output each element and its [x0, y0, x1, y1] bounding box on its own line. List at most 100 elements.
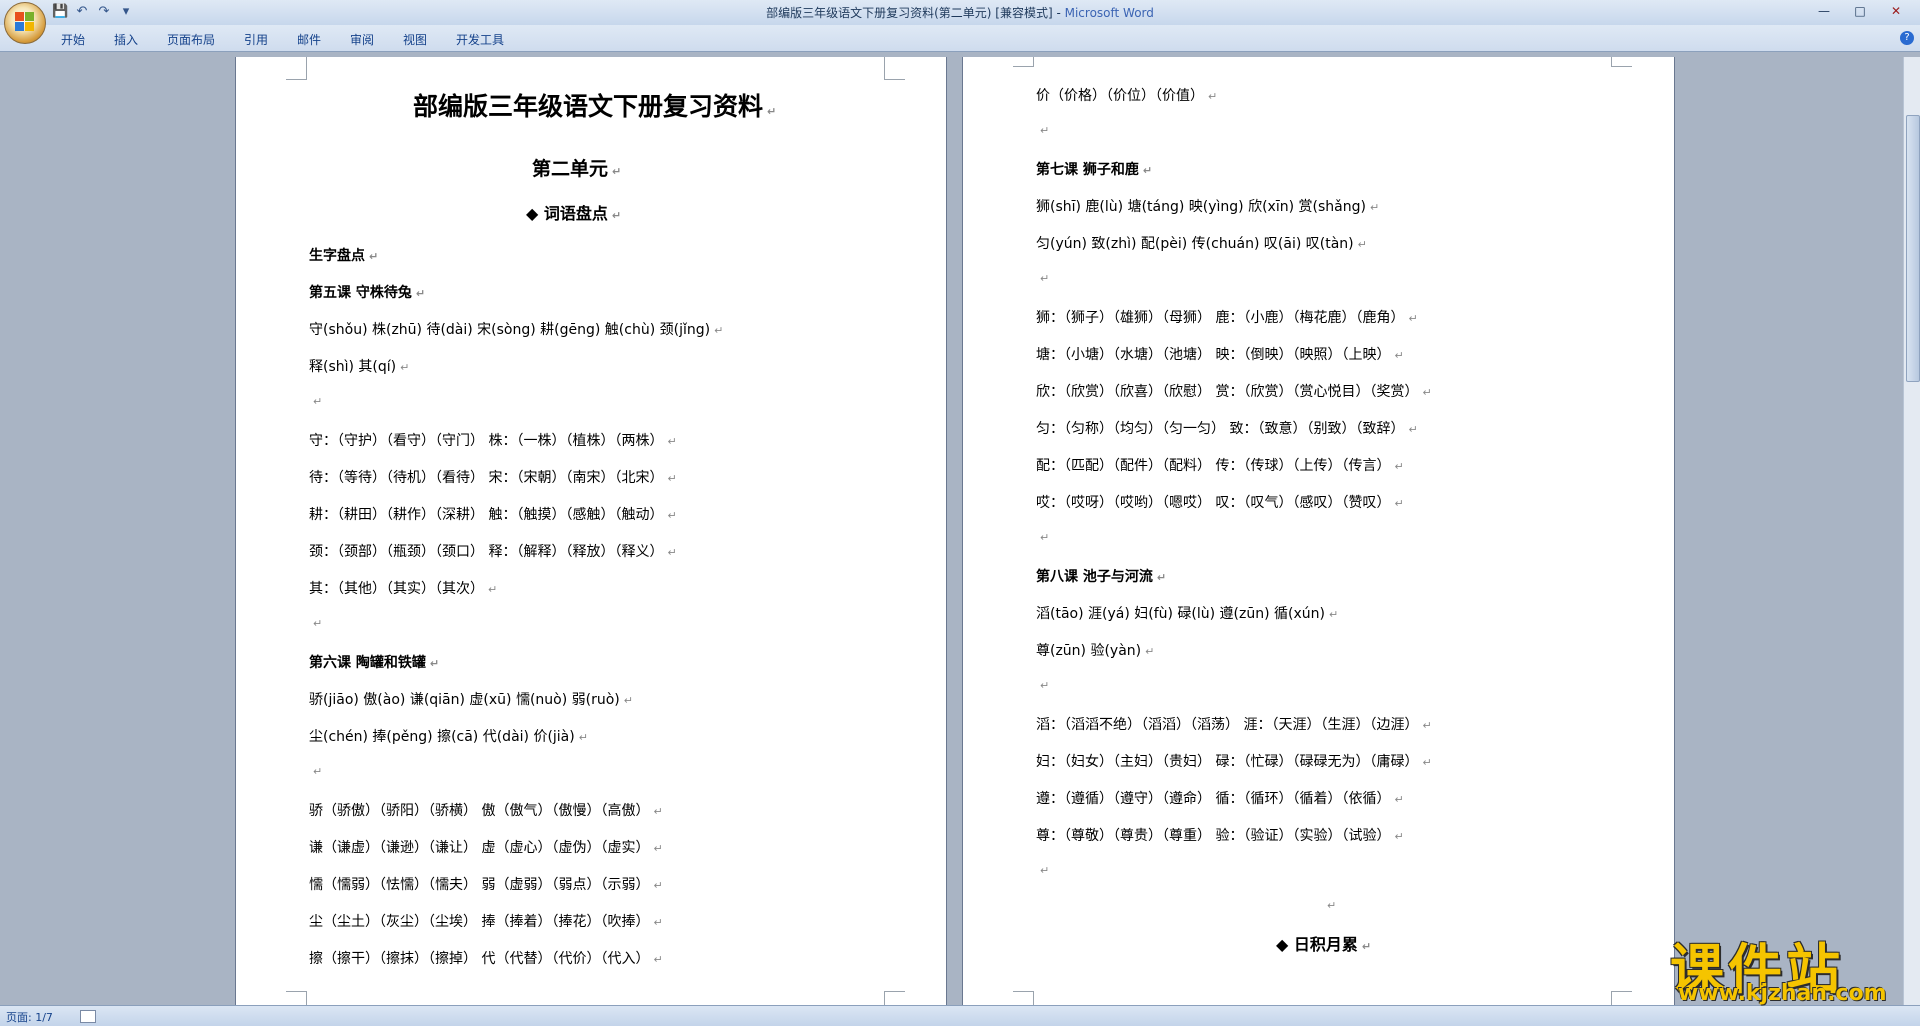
office-button[interactable]: [4, 2, 46, 44]
paragraph-mark: ↵: [313, 765, 323, 778]
text-line: 守：（守护）（看守）（守门） 株：（一株）（植株）（两株） ↵: [309, 430, 677, 450]
lesson-heading: 第八课 池子与河流 ↵: [1036, 566, 1166, 586]
tab-home[interactable]: 开始: [61, 31, 85, 48]
proofing-icon[interactable]: [80, 1010, 96, 1023]
tab-insert[interactable]: 插入: [114, 31, 138, 48]
text-line: 骄（骄傲）（骄阳）（骄横） 傲（傲气）（傲慢）（高傲） ↵: [309, 800, 663, 820]
line-text: 尊(zūn) 验(yàn): [1036, 643, 1142, 659]
paragraph-mark: ↵: [1408, 312, 1418, 325]
line-text: 待：（等待）（待机）（看待） 宋：（宋朝）（南宋）（北宋）: [309, 470, 664, 486]
lesson-heading: 第五课 守株待兔 ↵: [309, 282, 425, 302]
text-line: 欣：（欣赏）（欣喜）（欣慰） 赏：（欣赏）（赏心悦目）（奖赏） ↵: [1036, 381, 1432, 401]
paragraph-mark: ↵: [653, 916, 663, 929]
line-text: 尘（尘土）（灰尘）（尘埃） 捧（捧着）（捧花）（吹捧）: [309, 914, 650, 930]
paragraph-mark: ↵: [1394, 497, 1404, 510]
line-text: 生字盘点: [309, 248, 365, 264]
line-text: 释(shì) 其(qí): [309, 359, 397, 375]
line-text: 耕：（耕田）（耕作）（深耕） 触：（触摸）（感触）（触动）: [309, 507, 664, 523]
text-line: 尊(zūn) 验(yàn) ↵: [1036, 640, 1154, 660]
crop-mark: [1013, 57, 1034, 67]
help-icon[interactable]: ?: [1900, 31, 1914, 45]
tab-view[interactable]: 视图: [403, 31, 427, 48]
lesson-heading: 生字盘点 ↵: [309, 245, 378, 265]
tab-review[interactable]: 审阅: [350, 31, 374, 48]
crop-mark: [884, 57, 905, 80]
page-count[interactable]: 页面: 1/7: [6, 1009, 53, 1025]
text-line: ↵: [1036, 270, 1049, 286]
line-text: 守(shǒu) 株(zhū) 待(dài) 宋(sòng) 耕(gēng) 触(…: [309, 322, 711, 338]
tab-developer[interactable]: 开发工具: [456, 31, 504, 48]
paragraph-mark: ↵: [667, 472, 677, 485]
line-text: 遵：（遵循）（遵守）（遵命） 循：（循环）（循着）（依循）: [1036, 791, 1391, 807]
paragraph-mark: ↵: [1394, 793, 1404, 806]
text-line: 匀(yún) 致(zhì) 配(pèi) 传(chuán) 叹(āi) 叹(tà…: [1036, 233, 1367, 253]
text-line: 颈：（颈部）（瓶颈）（颈口） 释：（解释）（释放）（释义） ↵: [309, 541, 677, 561]
section-heading-2: ◆ 日积月累 ↵: [1276, 935, 1372, 954]
paragraph-mark: ↵: [1040, 531, 1050, 544]
close-button[interactable]: ✕: [1878, 2, 1914, 20]
paragraph-mark: ↵: [1408, 423, 1418, 436]
maximize-button[interactable]: □: [1842, 2, 1878, 20]
watermark-url: www.kjzhan.com: [1678, 981, 1887, 1006]
paragraph-mark: ↵: [1394, 349, 1404, 362]
crop-mark: [1611, 991, 1632, 1005]
paragraph-mark: ↵: [667, 509, 677, 522]
text-line: 配：（匹配）（配件）（配料） 传：（传球）（上传）（传言） ↵: [1036, 455, 1404, 475]
scrollbar-thumb[interactable]: [1906, 115, 1920, 382]
line-text: 骄(jiāo) 傲(ào) 谦(qiān) 虚(xū) 懦(nuò) 弱(ruò…: [309, 692, 620, 708]
document-title: 部编版三年级语文下册复习资料(第二单元) [兼容模式] -: [766, 6, 1065, 20]
crop-mark: [1013, 991, 1034, 1005]
paragraph-mark: ↵: [400, 361, 410, 374]
paragraph-mark: ↵: [667, 546, 677, 559]
paragraph-mark: ↵: [653, 879, 663, 892]
line-text: 尊：（尊敬）（尊贵）（尊重） 验：（验证）（实验）（试验）: [1036, 828, 1391, 844]
text-line: 懦（懦弱）（怯懦）（懦夫） 弱（虚弱）（弱点）（示弱） ↵: [309, 874, 663, 894]
minimize-button[interactable]: —: [1806, 2, 1842, 20]
office-logo-icon: [15, 12, 35, 32]
line-text: 哎：（哎呀）（哎哟）（嗯哎） 叹：（叹气）（感叹）（赞叹）: [1036, 495, 1391, 511]
vertical-scrollbar[interactable]: [1903, 57, 1920, 1005]
window-title: 部编版三年级语文下册复习资料(第二单元) [兼容模式] - Microsoft …: [0, 4, 1920, 21]
paragraph-mark: ↵: [653, 953, 663, 966]
text-line: 尊：（尊敬）（尊贵）（尊重） 验：（验证）（实验）（试验） ↵: [1036, 825, 1404, 845]
tab-page-layout[interactable]: 页面布局: [167, 31, 215, 48]
line-text: 配：（匹配）（配件）（配料） 传：（传球）（上传）（传言）: [1036, 458, 1391, 474]
text-line: 价（价格）（价位）（价值） ↵: [1036, 85, 1217, 105]
paragraph-mark: ↵: [1394, 830, 1404, 843]
paragraph-mark: ↵: [1208, 90, 1218, 103]
paragraph-mark: ↵: [653, 842, 663, 855]
line-text: 塘：（小塘）（水塘）（池塘） 映：（倒映）（映照）（上映）: [1036, 347, 1391, 363]
text-line: 耕：（耕田）（耕作）（深耕） 触：（触摸）（感触）（触动） ↵: [309, 504, 677, 524]
text-line: 塘：（小塘）（水塘）（池塘） 映：（倒映）（映照）（上映） ↵: [1036, 344, 1404, 364]
line-text: 妇：（妇女）（主妇）（贵妇） 碌：（忙碌）（碌碌无为）（庸碌）: [1036, 754, 1419, 770]
text-line: ↵: [1036, 529, 1049, 545]
text-line: 守(shǒu) 株(zhū) 待(dài) 宋(sòng) 耕(gēng) 触(…: [309, 319, 723, 339]
line-text: 欣：（欣赏）（欣喜）（欣慰） 赏：（欣赏）（赏心悦目）（奖赏）: [1036, 384, 1419, 400]
paragraph-mark: ↵: [1145, 645, 1155, 658]
title-bar: 💾 ↶ ↷ ▾ 部编版三年级语文下册复习资料(第二单元) [兼容模式] - Mi…: [0, 0, 1920, 25]
line-text: 匀：（匀称）（均匀）（匀一匀） 致：（致意）（别致）（致辞）: [1036, 421, 1405, 437]
text-line: 尘（尘土）（灰尘）（尘埃） 捧（捧着）（捧花）（吹捧） ↵: [309, 911, 663, 931]
status-bar: 页面: 1/7: [0, 1005, 1920, 1026]
text-line: 狮：（狮子）（雄狮）（母狮） 鹿：（小鹿）（梅花鹿）（鹿角） ↵: [1036, 307, 1418, 327]
crop-mark: [286, 991, 307, 1005]
lesson-heading: 第六课 陶罐和铁罐 ↵: [309, 652, 439, 672]
paragraph-mark: ↵: [1327, 899, 1337, 912]
text-line: 妇：（妇女）（主妇）（贵妇） 碌：（忙碌）（碌碌无为）（庸碌） ↵: [1036, 751, 1432, 771]
paragraph-mark: ↵: [1357, 238, 1367, 251]
text-line: 谦（谦虚）（谦逊）（谦让） 虚（虚心）（虚伪）（虚实） ↵: [309, 837, 663, 857]
document-page-2[interactable]: 价（价格）（价位）（价值） ↵ ↵ 第七课 狮子和鹿 ↵ 狮(shī) 鹿(lù) 塘(t…: [963, 57, 1674, 1005]
line-text: 第六课 陶罐和铁罐: [309, 655, 426, 671]
tab-mailings[interactable]: 邮件: [297, 31, 321, 48]
ribbon-tabs: 开始 插入 页面布局 引用 邮件 审阅 视图 开发工具: [0, 25, 1920, 52]
paragraph-mark: ↵: [415, 287, 426, 300]
text-line: ↵: [1036, 862, 1049, 878]
paragraph-mark: ↵: [1328, 608, 1339, 621]
paragraph-mark: ↵: [1040, 124, 1050, 137]
tab-references[interactable]: 引用: [244, 31, 268, 48]
document-page-1[interactable]: 部编版三年级语文下册复习资料 ↵ 第二单元 ↵ ◆ 词语盘点 ↵ 生字盘点 ↵ 第五课 守…: [236, 57, 946, 1005]
line-text: 骄（骄傲）（骄阳）（骄横） 傲（傲气）（傲慢）（高傲）: [309, 803, 650, 819]
unit-heading: 第二单元 ↵: [532, 158, 622, 180]
line-text: 守：（守护）（看守）（守门） 株：（一株）（植株）（两株）: [309, 433, 664, 449]
line-text: 第七课 狮子和鹿: [1036, 162, 1139, 178]
